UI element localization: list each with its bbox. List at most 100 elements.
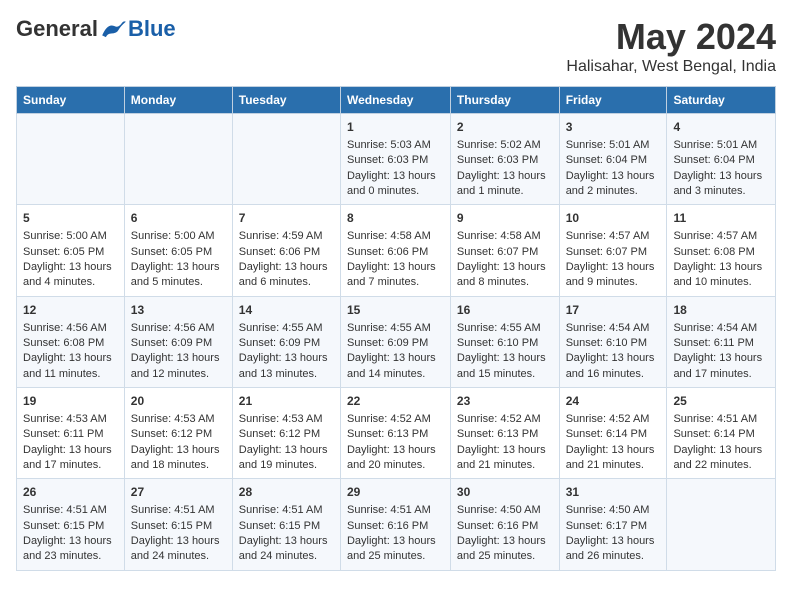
cell-text: Daylight: 13 hours	[239, 443, 334, 458]
cell-text: Sunrise: 5:02 AM	[457, 138, 553, 153]
calendar-cell: 16Sunrise: 4:55 AMSunset: 6:10 PMDayligh…	[450, 296, 559, 387]
calendar-cell: 15Sunrise: 4:55 AMSunset: 6:09 PMDayligh…	[340, 296, 450, 387]
cell-text: Daylight: 13 hours	[566, 260, 661, 275]
calendar-week-row: 19Sunrise: 4:53 AMSunset: 6:11 PMDayligh…	[17, 388, 776, 479]
calendar-cell: 9Sunrise: 4:58 AMSunset: 6:07 PMDaylight…	[450, 205, 559, 296]
cell-text: and 2 minutes.	[566, 184, 661, 199]
cell-text: and 23 minutes.	[23, 549, 118, 564]
cell-text: Daylight: 13 hours	[239, 260, 334, 275]
cell-text: Sunset: 6:14 PM	[673, 427, 769, 442]
cell-text: Sunrise: 4:59 AM	[239, 229, 334, 244]
calendar-cell: 7Sunrise: 4:59 AMSunset: 6:06 PMDaylight…	[232, 205, 340, 296]
cell-text: Sunrise: 4:52 AM	[347, 412, 444, 427]
day-of-week-header: Monday	[124, 87, 232, 114]
day-of-week-header: Sunday	[17, 87, 125, 114]
cell-text: Sunrise: 5:00 AM	[131, 229, 226, 244]
calendar-cell: 2Sunrise: 5:02 AMSunset: 6:03 PMDaylight…	[450, 114, 559, 205]
day-of-week-header: Thursday	[450, 87, 559, 114]
cell-text: Daylight: 13 hours	[347, 351, 444, 366]
cell-text: Daylight: 13 hours	[23, 260, 118, 275]
cell-text: Sunset: 6:17 PM	[566, 519, 661, 534]
cell-text: and 4 minutes.	[23, 275, 118, 290]
day-number: 3	[566, 119, 661, 136]
header-row: SundayMondayTuesdayWednesdayThursdayFrid…	[17, 87, 776, 114]
cell-text: Sunset: 6:13 PM	[457, 427, 553, 442]
cell-text: Sunrise: 5:01 AM	[566, 138, 661, 153]
cell-text: Sunrise: 4:55 AM	[457, 321, 553, 336]
cell-text: Sunset: 6:08 PM	[673, 245, 769, 260]
day-number: 30	[457, 484, 553, 501]
calendar-cell: 28Sunrise: 4:51 AMSunset: 6:15 PMDayligh…	[232, 479, 340, 570]
day-number: 4	[673, 119, 769, 136]
cell-text: Daylight: 13 hours	[347, 169, 444, 184]
day-number: 15	[347, 302, 444, 319]
calendar-cell: 4Sunrise: 5:01 AMSunset: 6:04 PMDaylight…	[667, 114, 776, 205]
cell-text: and 11 minutes.	[23, 367, 118, 382]
cell-text: Sunrise: 4:52 AM	[457, 412, 553, 427]
cell-text: Sunrise: 4:53 AM	[131, 412, 226, 427]
cell-text: Sunset: 6:11 PM	[23, 427, 118, 442]
calendar-cell: 22Sunrise: 4:52 AMSunset: 6:13 PMDayligh…	[340, 388, 450, 479]
calendar-cell: 13Sunrise: 4:56 AMSunset: 6:09 PMDayligh…	[124, 296, 232, 387]
calendar-week-row: 1Sunrise: 5:03 AMSunset: 6:03 PMDaylight…	[17, 114, 776, 205]
cell-text: Sunrise: 4:50 AM	[566, 503, 661, 518]
day-number: 10	[566, 210, 661, 227]
cell-text: Sunrise: 4:57 AM	[566, 229, 661, 244]
cell-text: Sunset: 6:11 PM	[673, 336, 769, 351]
main-title: May 2024	[566, 16, 776, 58]
day-number: 28	[239, 484, 334, 501]
calendar-cell: 5Sunrise: 5:00 AMSunset: 6:05 PMDaylight…	[17, 205, 125, 296]
cell-text: and 25 minutes.	[347, 549, 444, 564]
day-number: 29	[347, 484, 444, 501]
cell-text: Sunset: 6:12 PM	[239, 427, 334, 442]
cell-text: and 5 minutes.	[131, 275, 226, 290]
cell-text: Sunrise: 4:53 AM	[23, 412, 118, 427]
cell-text: and 14 minutes.	[347, 367, 444, 382]
calendar-week-row: 5Sunrise: 5:00 AMSunset: 6:05 PMDaylight…	[17, 205, 776, 296]
cell-text: Sunset: 6:15 PM	[239, 519, 334, 534]
calendar-cell: 1Sunrise: 5:03 AMSunset: 6:03 PMDaylight…	[340, 114, 450, 205]
cell-text: Daylight: 13 hours	[23, 534, 118, 549]
cell-text: Daylight: 13 hours	[673, 443, 769, 458]
cell-text: Sunrise: 4:56 AM	[23, 321, 118, 336]
cell-text: Daylight: 13 hours	[131, 534, 226, 549]
calendar-cell	[124, 114, 232, 205]
cell-text: and 15 minutes.	[457, 367, 553, 382]
calendar-week-row: 26Sunrise: 4:51 AMSunset: 6:15 PMDayligh…	[17, 479, 776, 570]
cell-text: Sunrise: 4:51 AM	[673, 412, 769, 427]
cell-text: Daylight: 13 hours	[23, 351, 118, 366]
cell-text: Daylight: 13 hours	[239, 534, 334, 549]
logo-bird-icon	[100, 19, 128, 39]
cell-text: Sunset: 6:07 PM	[566, 245, 661, 260]
calendar-header: SundayMondayTuesdayWednesdayThursdayFrid…	[17, 87, 776, 114]
cell-text: Sunset: 6:08 PM	[23, 336, 118, 351]
cell-text: Sunrise: 4:53 AM	[239, 412, 334, 427]
cell-text: Daylight: 13 hours	[131, 351, 226, 366]
cell-text: Daylight: 13 hours	[457, 260, 553, 275]
day-number: 12	[23, 302, 118, 319]
calendar-cell: 26Sunrise: 4:51 AMSunset: 6:15 PMDayligh…	[17, 479, 125, 570]
calendar-cell: 21Sunrise: 4:53 AMSunset: 6:12 PMDayligh…	[232, 388, 340, 479]
cell-text: Daylight: 13 hours	[457, 351, 553, 366]
calendar-cell: 19Sunrise: 4:53 AMSunset: 6:11 PMDayligh…	[17, 388, 125, 479]
cell-text: Sunset: 6:03 PM	[347, 153, 444, 168]
day-number: 8	[347, 210, 444, 227]
day-number: 17	[566, 302, 661, 319]
calendar-cell	[232, 114, 340, 205]
cell-text: Sunrise: 4:55 AM	[347, 321, 444, 336]
cell-text: Daylight: 13 hours	[673, 260, 769, 275]
cell-text: Sunset: 6:04 PM	[566, 153, 661, 168]
cell-text: Daylight: 13 hours	[347, 534, 444, 549]
day-number: 14	[239, 302, 334, 319]
cell-text: Sunrise: 5:01 AM	[673, 138, 769, 153]
day-number: 27	[131, 484, 226, 501]
cell-text: and 10 minutes.	[673, 275, 769, 290]
cell-text: Daylight: 13 hours	[673, 351, 769, 366]
cell-text: and 0 minutes.	[347, 184, 444, 199]
cell-text: and 18 minutes.	[131, 458, 226, 473]
day-number: 18	[673, 302, 769, 319]
cell-text: Sunset: 6:05 PM	[23, 245, 118, 260]
cell-text: Daylight: 13 hours	[566, 443, 661, 458]
cell-text: Daylight: 13 hours	[239, 351, 334, 366]
cell-text: Sunrise: 4:51 AM	[23, 503, 118, 518]
